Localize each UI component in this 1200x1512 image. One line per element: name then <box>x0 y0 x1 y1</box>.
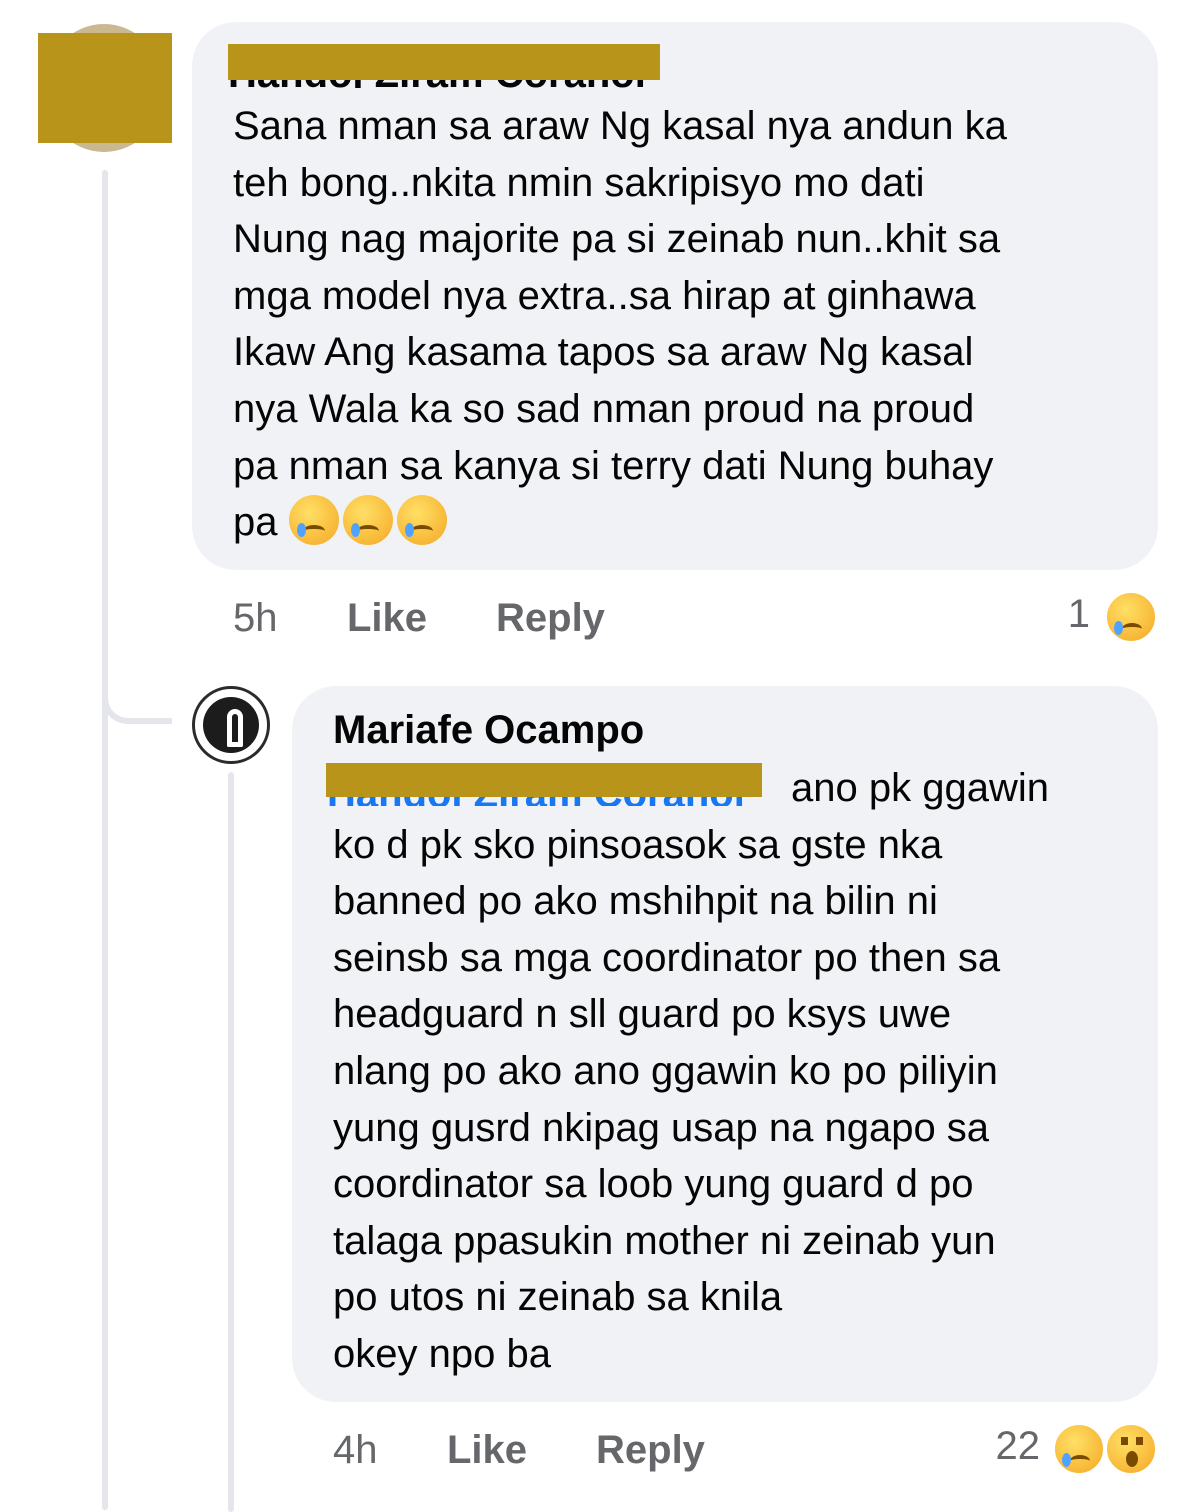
black-ribbon-icon <box>203 697 259 753</box>
reaction-count[interactable]: 22 <box>986 1424 1041 1469</box>
crying-face-icon <box>342 495 393 546</box>
crying-face-icon <box>288 495 339 546</box>
avatar[interactable] <box>192 686 270 764</box>
crying-face-icon <box>396 495 447 546</box>
comment-text: Sana nman sa araw Ng kasal nya andun ka … <box>233 104 1007 546</box>
like-button[interactable]: Like <box>447 1428 527 1473</box>
like-button[interactable]: Like <box>347 596 427 641</box>
reaction-count[interactable]: 1 <box>1060 592 1090 637</box>
reply-button[interactable]: Reply <box>596 1428 705 1473</box>
comment-time[interactable]: 4h <box>333 1428 378 1473</box>
wow-reaction-icon[interactable] <box>1104 1422 1158 1476</box>
comment-time[interactable]: 5h <box>233 596 278 641</box>
thread-line <box>102 170 108 1510</box>
comment-text: ano pk ggawin ko d pk sko pinsoasok sa g… <box>333 766 1049 1376</box>
reply-thread-line <box>228 772 234 1512</box>
comment-author[interactable]: Mariafe Ocampo <box>333 708 644 753</box>
thread-connector <box>102 640 172 724</box>
sad-reaction-icon[interactable] <box>1104 590 1158 644</box>
reply-button[interactable]: Reply <box>496 596 605 641</box>
sad-reaction-icon[interactable] <box>1052 1422 1106 1476</box>
redaction-block <box>228 44 660 80</box>
redaction-block <box>38 33 172 143</box>
